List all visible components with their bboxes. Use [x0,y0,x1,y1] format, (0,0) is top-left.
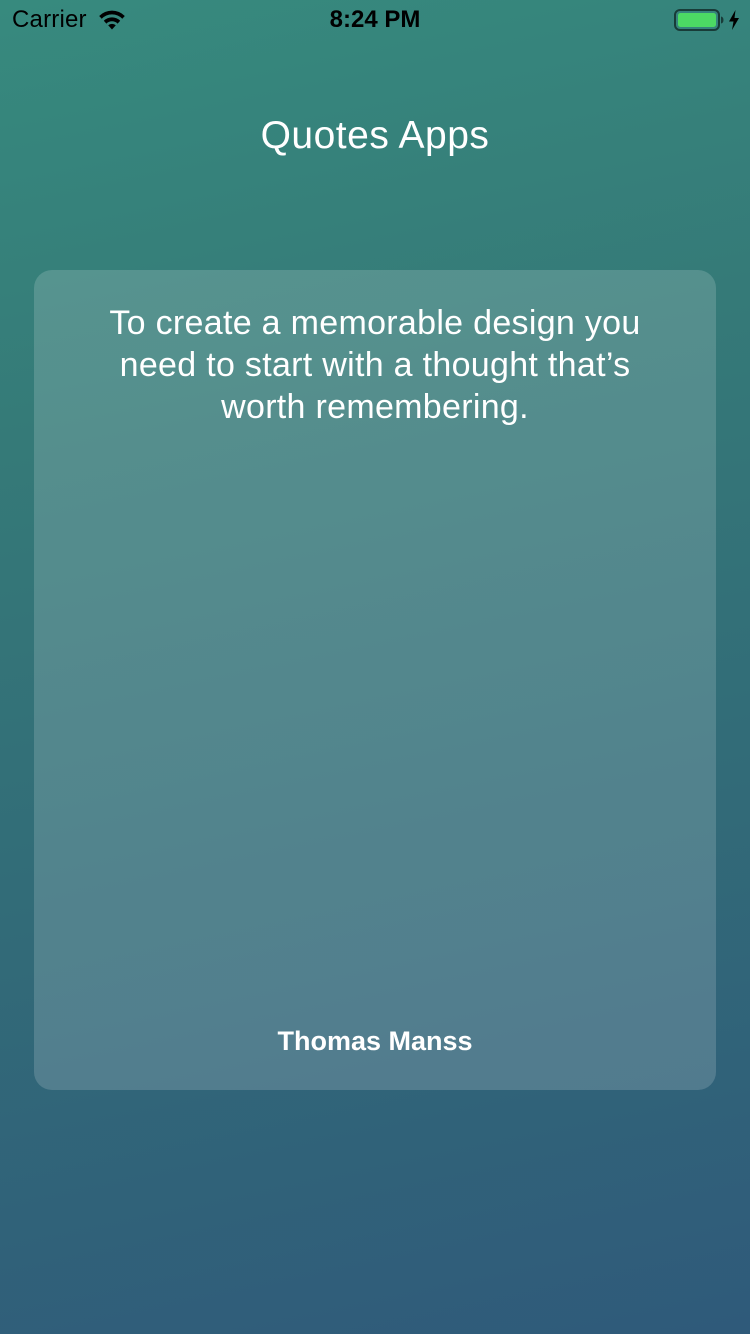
battery-group [674,9,740,31]
status-bar: Carrier 8:24 PM [0,0,750,40]
status-time: 8:24 PM [329,6,421,33]
battery-icon [674,9,724,31]
app-title: Quotes Apps [260,114,490,157]
bolt-icon [729,10,739,30]
quote-text: To create a memorable design you need to… [109,304,641,426]
quote-card[interactable]: To create a memorable design you need to… [34,270,716,1090]
quote-author: Thomas Manss [277,1026,473,1056]
